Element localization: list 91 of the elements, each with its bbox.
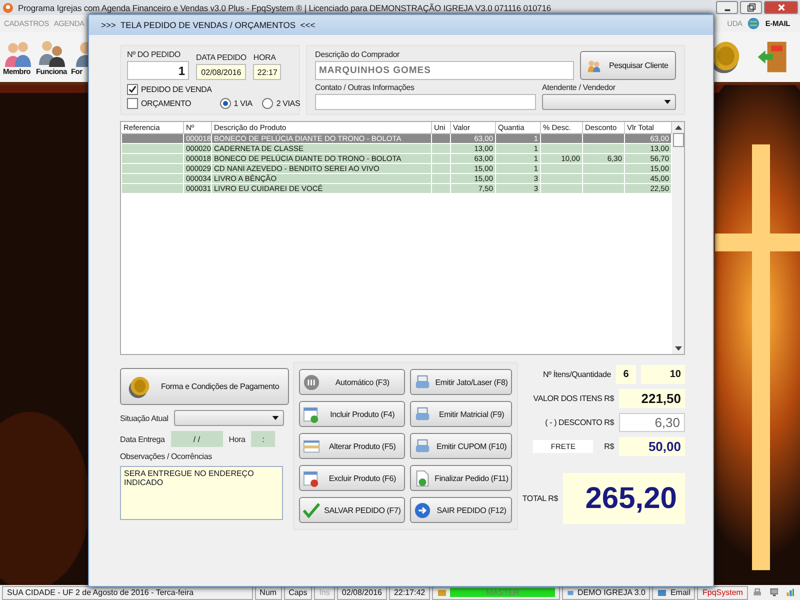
notes-field[interactable]: SERA ENTREGUE NO ENDEREÇO INDICADO: [120, 466, 283, 520]
printer-icon: [752, 587, 762, 598]
action-button[interactable]: Alterar Produto (F5): [299, 433, 405, 459]
printer-icon: [414, 406, 431, 422]
action-button[interactable]: Emitir CUPOM (F10): [410, 433, 512, 459]
radio-label: 2 VIAS: [276, 99, 300, 108]
field-label: Contato / Outras Informações: [315, 83, 416, 92]
action-button[interactable]: Emitir Jato/Laser (F8): [410, 369, 512, 395]
dropdown-arrow-icon: [272, 416, 280, 420]
minimize-button[interactable]: [716, 1, 738, 14]
status-cell: MASTER: [432, 586, 560, 600]
checkbox[interactable]: [127, 84, 138, 95]
total-value: 265,20: [563, 473, 685, 524]
field-label: Situação Atual: [120, 414, 168, 422]
field-label: DATA PEDIDO: [196, 53, 246, 62]
field-label: Descrição do Comprador: [315, 50, 401, 59]
action-button[interactable]: Emitir Matricial (F9): [410, 401, 512, 427]
field-label: Nº DO PEDIDO: [127, 50, 182, 59]
field-label: R$: [604, 442, 614, 451]
app-icon: [2, 2, 14, 14]
item-count-field: 6: [616, 365, 636, 384]
printer-icon: [414, 374, 431, 390]
field-label: Data Entrega: [120, 434, 165, 444]
remove-icon: [303, 470, 320, 486]
action-button[interactable]: SAIR PEDIDO (F12): [410, 497, 512, 523]
dropdown-arrow-icon: [664, 100, 671, 104]
scroll-up-icon[interactable]: [674, 125, 682, 130]
scrollbar[interactable]: [672, 122, 684, 354]
field-label: VALOR DOS ITENS R$: [533, 394, 614, 403]
checkbox[interactable]: [127, 98, 138, 109]
payment-button[interactable]: Forma e Condições de Pagamento: [120, 368, 290, 405]
person-icon: [36, 38, 66, 66]
printer-icon: [414, 438, 431, 454]
people-icon: [587, 58, 601, 72]
action-button[interactable]: Excluir Produto (F6): [299, 465, 405, 491]
status-cell: Num: [254, 586, 282, 600]
status-cell: FpqSystem: [697, 586, 748, 600]
discount-field: 6,30: [619, 413, 685, 432]
buyer-field[interactable]: MARQUINHOS GOMES: [315, 61, 574, 80]
edit-icon: [303, 438, 320, 454]
field-label: Hora: [228, 434, 246, 444]
restore-icon: [746, 3, 756, 12]
order-number-field[interactable]: 1: [127, 61, 189, 80]
field-label: TOTAL R$: [522, 494, 558, 503]
chart-icon: [786, 587, 796, 598]
dialog-title: >>> TELA PEDIDO DE VENDAS / ORÇAMENTOS <<<: [89, 15, 713, 35]
status-cell: 02/08/2016: [336, 586, 387, 600]
close-icon: [776, 3, 786, 12]
field-label: Atendente / Vendedor: [542, 83, 616, 92]
status-cell: DEMO IGREJA 3.0: [562, 586, 650, 600]
order-date-field[interactable]: 02/08/2016: [196, 64, 246, 80]
restore-button[interactable]: [740, 1, 762, 14]
items-value-field: 221,50: [619, 389, 685, 408]
checkbox-label: PEDIDO DE VENDA: [141, 85, 212, 94]
scroll-down-icon[interactable]: [674, 346, 682, 351]
action-button[interactable]: Incluir Produto (F4): [299, 401, 405, 427]
scroll-thumb[interactable]: [672, 133, 684, 147]
monitor-icon: [770, 587, 778, 598]
status-dropdown[interactable]: [174, 410, 284, 426]
status-cell: Email: [652, 586, 696, 600]
barcode-icon: [303, 374, 320, 390]
finish-icon: [414, 470, 431, 486]
action-button[interactable]: SALVAR PEDIDO (F7): [299, 497, 405, 523]
close-button[interactable]: [764, 1, 798, 14]
checkbox-label: ORÇAMENTO: [141, 99, 192, 108]
field-label: ( - ) DESCONTO R$: [545, 418, 614, 427]
contact-field[interactable]: [315, 94, 536, 110]
order-time-field[interactable]: 22:17: [253, 64, 282, 80]
check-icon: [303, 502, 320, 518]
quantity-field: 10: [641, 365, 685, 384]
seller-dropdown[interactable]: [542, 94, 676, 110]
action-button[interactable]: Automático (F3): [299, 369, 405, 395]
radio-button[interactable]: [220, 98, 231, 109]
action-button[interactable]: Finalizar Pedido (F11): [410, 465, 512, 491]
delivery-time-field[interactable]: :: [251, 431, 276, 447]
freight-value-field[interactable]: 50,00: [619, 437, 685, 456]
globe-icon: [747, 17, 760, 30]
status-cell: SUA CIDADE - UF 2 de Agosto de 2016 - Terca-feira: [2, 586, 253, 600]
radio-label: 1 VIA: [234, 99, 252, 108]
field-label: HORA: [253, 53, 277, 62]
search-client-button[interactable]: Pesquisar Cliente: [580, 51, 676, 80]
field-label: Nº Ítens/Quantidade: [542, 370, 611, 379]
field-label: Observações / Ocorrências: [120, 452, 213, 461]
status-cell: Caps: [284, 586, 312, 600]
exit-icon: [414, 502, 431, 518]
delivery-date-field[interactable]: / /: [170, 431, 223, 447]
status-cell: Ins: [314, 586, 335, 600]
radio-button[interactable]: [262, 98, 274, 109]
add-icon: [303, 406, 320, 422]
status-cell: 22:17:42: [388, 586, 430, 600]
window-title: Programa Igrejas com Agenda Financeiro e Vendas v3.0 Plus - FpqSystem ® | Licenciado para DEMONSTRAÇÃO IGREJA V3.0 071116 010716: [18, 2, 552, 12]
